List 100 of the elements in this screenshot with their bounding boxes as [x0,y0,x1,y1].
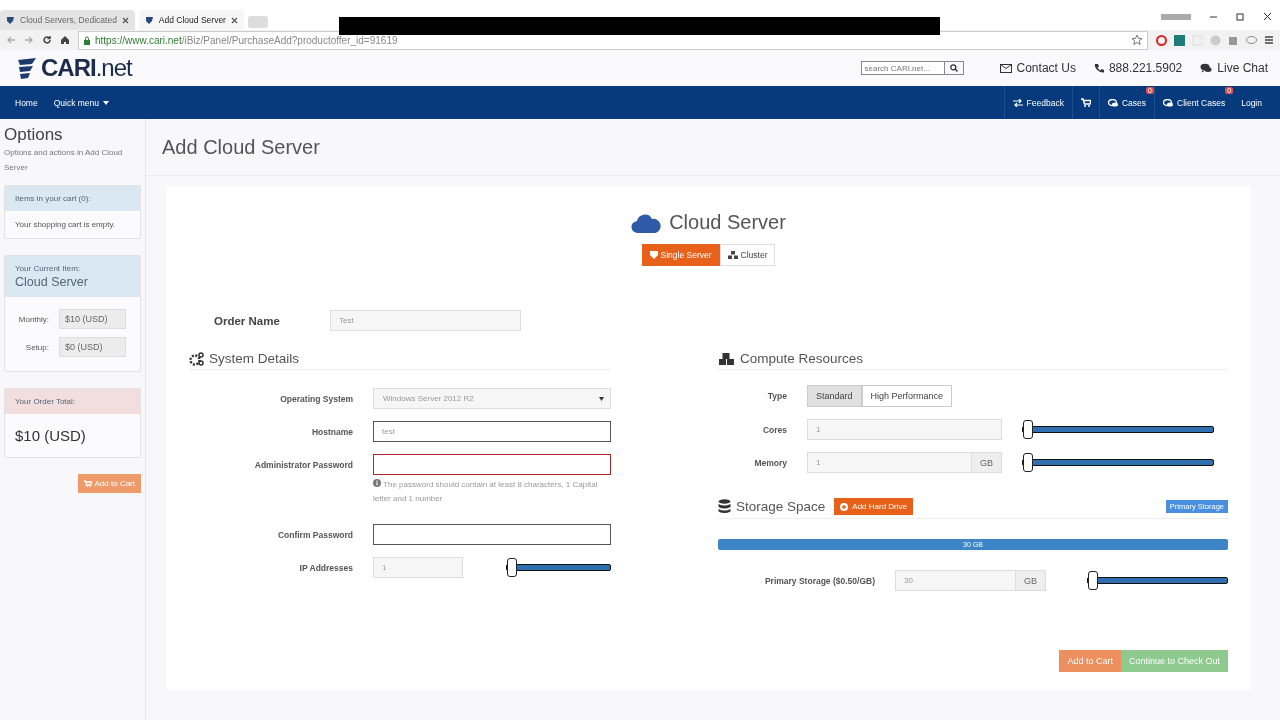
mail-icon [999,63,1012,73]
section-title: Compute Resources [740,351,864,366]
close-icon [1263,12,1272,21]
field-label: Cores [761,424,787,435]
info-icon [373,479,381,487]
nav-label: Login [1241,97,1262,108]
field-label: Hostname [310,426,353,437]
mode-toggle[interactable]: Single Server [641,244,720,266]
mode-toggle[interactable]: Cluster [719,244,776,266]
add-hard-drive-button[interactable]: Add Hard Drive [834,498,913,515]
arrows-icon [1012,98,1023,107]
header-link[interactable]: 888.221.5902 [1093,61,1183,75]
field-label: Primary Storage ($0.50/GB) [763,575,875,586]
item-name: Cloud Server [15,275,89,289]
lock-icon [83,35,91,45]
nav-label: Home [15,97,38,108]
section-title: System Details [209,351,300,366]
chat-icon [1200,63,1213,73]
browser-tab[interactable]: Cloud Servers, Dedicated [0,10,135,30]
type-toggle[interactable]: High Performance [861,385,953,407]
caret-icon [599,396,604,401]
field-label: Memory [753,457,787,468]
url-text: https://www.cari.net/iBiz/Panel/PurchaseAdd?productoffer_id=91619 [95,34,398,46]
header-link[interactable]: Live Chat [1200,61,1268,75]
unit-label: GB [1016,570,1046,591]
slider-thumb[interactable] [507,558,518,577]
cart-icon [83,480,92,487]
extension-icon [1228,34,1239,46]
extension-icon [1156,34,1167,46]
nav-link[interactable]: Home [7,86,46,119]
order-name-field[interactable]: Test [330,310,521,331]
phone-icon [1093,63,1104,73]
chat-icon [1246,34,1257,46]
nav-label: Feedback [1026,97,1064,108]
number-field[interactable]: 1 [807,419,1002,440]
nav-link[interactable]: Quick menu [45,86,118,119]
nav-label: Cases [1121,97,1146,108]
nav-label: Client Cases [1177,97,1226,108]
extension-icon [1210,34,1221,46]
password-field[interactable] [373,454,611,475]
back-icon [6,35,16,45]
field-label: Order Name [214,314,281,327]
number-field[interactable]: 30 [895,570,1016,591]
fee-label: Setup: [24,342,49,352]
field-label: Administrator Password [253,459,353,470]
restore-icon [1236,12,1245,21]
header-link[interactable]: Contact Us [999,61,1076,75]
order-total: $10 (USD) [14,426,87,446]
cubes-icon [727,251,738,259]
text-field[interactable]: test [373,421,611,442]
panel-heading: Items in your cart (0): [5,186,140,211]
number-field[interactable]: 1 [807,452,972,473]
forward-icon [24,35,34,45]
menu-icon [1264,35,1274,45]
field-label: Confirm Password [276,529,353,540]
logo-text: CARI.net [41,54,132,82]
password-hint: The password should contain at least 8 characters, 1 Capital letter and 1 number [373,478,599,505]
fee-value: $10 (USD) [59,309,126,329]
chat-icon [1107,98,1118,107]
fee-value: $0 (USD) [59,337,126,357]
slider-thumb[interactable] [1087,571,1098,590]
shield-icon [649,251,658,259]
plus-icon [840,502,849,511]
cart-status: Your shopping cart is empty. [14,219,117,231]
caret-icon [103,100,110,105]
type-toggle[interactable]: Standard [807,385,862,407]
field-label: Operating System [279,393,353,404]
browser-tab[interactable]: Add Cloud Server [138,10,244,30]
close-icon [230,16,238,24]
cubes-icon [718,351,735,366]
number-field[interactable]: 1 [373,557,463,578]
shield-icon [6,15,15,25]
database-icon [718,499,731,514]
password-field[interactable] [373,524,611,545]
reload-icon [42,35,52,45]
os-select[interactable]: Windows Server 2012 R2 [373,388,611,409]
gears-icon [189,351,204,366]
extension-icon [1174,34,1185,46]
field-label: Type [766,391,787,401]
chat-icon [1163,98,1173,107]
panel-heading: Your Current Item: [15,264,82,273]
home-icon [60,35,70,45]
close-icon [121,16,129,24]
sidebar-title: Options [4,125,64,145]
logo-icon [17,57,39,79]
sidebar-subtitle: Options and actions in Add Cloud Server [4,147,124,174]
section-title: Storage Space [736,499,826,514]
product-title: Cloud Server [669,211,786,234]
page-title: Add Cloud Server [162,135,320,159]
shield-icon [144,15,154,25]
nav-link[interactable]: Feedback [1003,86,1072,119]
nav-label: Quick menu [53,97,100,108]
slider-thumb[interactable] [1023,420,1033,439]
star-icon [1131,34,1143,46]
profile-badge [1161,13,1191,20]
slider-thumb[interactable] [1023,453,1033,472]
cart-icon [1080,98,1091,107]
unit-label: GB [972,452,1002,473]
nav-link[interactable]: Login [1233,86,1270,119]
field-label: IP Addresses [298,562,353,573]
